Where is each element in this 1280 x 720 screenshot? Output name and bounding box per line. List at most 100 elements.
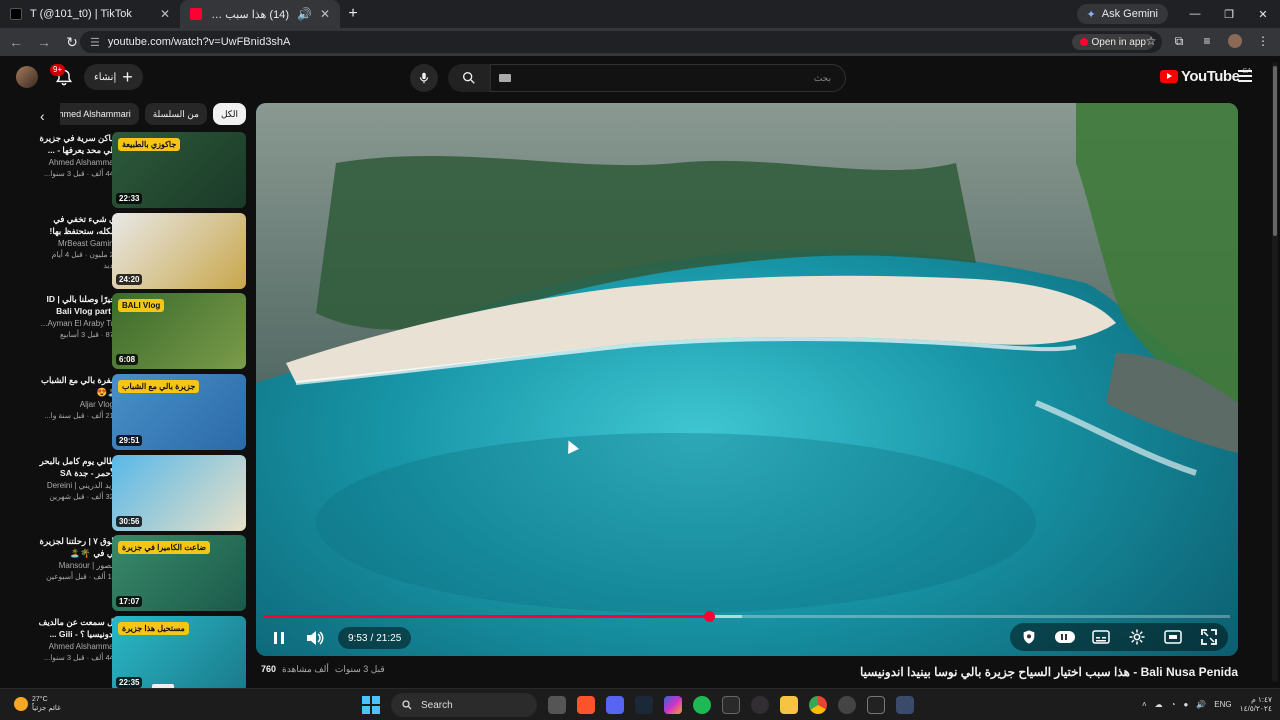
- video-thumbnail[interactable]: 30:56: [112, 455, 246, 531]
- volume-button[interactable]: [302, 625, 328, 651]
- youtube-header: 9+ إنشاء + بحث YouTube SA: [0, 56, 1280, 100]
- video-thumbnail[interactable]: 24:20: [112, 213, 246, 289]
- epic-games-icon[interactable]: [722, 696, 740, 714]
- video-title[interactable]: سفرة بالي مع الشباب 🏝️😍: [30, 374, 118, 398]
- channel-name[interactable]: Ahmed Alshammari: [30, 642, 118, 651]
- spotify-icon[interactable]: [693, 696, 711, 714]
- brave-icon[interactable]: [577, 696, 595, 714]
- search-placeholder: بحث: [813, 72, 831, 83]
- video-thumbnail[interactable]: مستحيل هذا جزيرة 22:35: [112, 616, 246, 692]
- video-title[interactable]: اخيرًا وصلنا بالي ID | Bali Vlog part 1: [30, 293, 119, 317]
- chip-all[interactable]: الكل: [212, 103, 246, 125]
- more-menu-icon[interactable]: ⋮: [1254, 30, 1272, 52]
- search-button[interactable]: [448, 64, 490, 92]
- site-info-icon[interactable]: ☰: [90, 36, 100, 49]
- fullscreen-icon[interactable]: [1196, 624, 1222, 650]
- recommended-video[interactable]: هل سمعت عن مالديف اندونيسيا ؟ - Gili ...…: [20, 616, 246, 692]
- video-thumbnail[interactable]: BALI Vlog 6:08: [112, 293, 246, 369]
- channel-name[interactable]: Aljar Vlogs: [30, 400, 118, 409]
- recommended-video[interactable]: فلوق ٧ | رحلتنا لجزيرة في في 🌴🏝️ منصور | …: [20, 535, 246, 611]
- steam-icon[interactable]: [635, 696, 653, 714]
- progress-bar[interactable]: [264, 611, 1230, 622]
- bookmark-star-icon[interactable]: ☆: [1142, 30, 1160, 52]
- video-thumbnail[interactable]: جزيرة بالي مع الشباب 29:51: [112, 374, 246, 450]
- video-title[interactable]: أي شيء تخفي في شكله، ستحتفظ بها!: [30, 213, 118, 237]
- video-thumbnail[interactable]: جاكوزي بالطبيعة 22:33: [112, 132, 246, 208]
- channel-name[interactable]: MrBeast Gaming: [30, 239, 118, 248]
- search-input[interactable]: بحث: [490, 64, 846, 92]
- onedrive-icon[interactable]: ☁: [1155, 700, 1163, 709]
- volume-tray-icon[interactable]: 🔊: [1196, 700, 1206, 709]
- address-bar[interactable]: ☰ youtube.com/watch?v=UwFBnid3shA Open i…: [80, 31, 1162, 53]
- ide-icon[interactable]: [896, 696, 914, 714]
- chip-from-series[interactable]: من السلسلة: [144, 103, 207, 125]
- settings-gear-icon[interactable]: [1124, 624, 1150, 650]
- adblock-shield-icon[interactable]: [1016, 624, 1042, 650]
- tab-tiktok[interactable]: T (@101_t0) | TikTok ✕: [0, 0, 180, 28]
- task-view-icon[interactable]: [548, 696, 566, 714]
- profile-avatar-icon[interactable]: [1226, 30, 1244, 52]
- extensions-icon[interactable]: ⧉: [1170, 30, 1188, 52]
- reading-list-icon[interactable]: ≡: [1198, 30, 1216, 52]
- ask-gemini-button[interactable]: ✦ Ask Gemini: [1076, 4, 1168, 24]
- channel-name[interactable]: Ahmed Alshammari: [30, 158, 118, 167]
- recommended-video[interactable]: اخيرًا وصلنا بالي ID | Bali Vlog part 1 A…: [20, 293, 246, 369]
- tab-youtube[interactable]: (14) هذا سبب اختيار السياح ... 🔊 ✕: [180, 0, 340, 28]
- language-indicator[interactable]: ENG: [1214, 700, 1231, 709]
- obs-icon[interactable]: [751, 696, 769, 714]
- wolf-app-icon[interactable]: [838, 696, 856, 714]
- keyboard-icon[interactable]: [499, 74, 511, 82]
- voice-search-icon[interactable]: [410, 64, 438, 92]
- close-tab-icon[interactable]: ✕: [160, 7, 170, 21]
- autoplay-toggle[interactable]: [1052, 624, 1078, 650]
- search-icon: [463, 72, 475, 84]
- new-tab-button[interactable]: +: [340, 5, 366, 23]
- back-icon[interactable]: ←: [4, 30, 28, 54]
- video-title[interactable]: اماكن سرية في جزيرة بالي محد يعرفها - ..…: [30, 132, 118, 156]
- hamburger-menu-icon[interactable]: [1238, 70, 1252, 85]
- copilot-icon[interactable]: [664, 696, 682, 714]
- close-window-icon[interactable]: ✕: [1246, 0, 1280, 28]
- taskbar-search[interactable]: Search: [391, 693, 537, 717]
- chip-from-channel[interactable]: من Ahmed Alshammari: [60, 103, 139, 125]
- forward-icon[interactable]: →: [32, 30, 56, 54]
- video-thumbnail[interactable]: ضاعت الكاميرا في جزيرة 17:07: [112, 535, 246, 611]
- weather-sun-icon[interactable]: [14, 697, 28, 711]
- minimize-icon[interactable]: —: [1178, 0, 1212, 28]
- recommended-video[interactable]: سفرة بالي مع الشباب 🏝️😍 Aljar Vlogs 216 أل…: [20, 374, 246, 450]
- theater-mode-icon[interactable]: [1160, 624, 1186, 650]
- mic-tray-icon[interactable]: ●: [1183, 700, 1188, 709]
- channel-name[interactable]: يزيد الدريني | Dereini: [30, 481, 118, 490]
- chevron-left-icon[interactable]: ‹: [40, 108, 45, 124]
- speaker-icon[interactable]: 🔊: [297, 7, 312, 21]
- recommended-video[interactable]: أي شيء تخفي في شكله، ستحتفظ بها! MrBeast …: [20, 213, 246, 289]
- chrome-icon[interactable]: [809, 696, 827, 714]
- network-icon[interactable]: ◔: [1171, 700, 1176, 709]
- channel-name[interactable]: Ayman El Araby Tra...: [30, 319, 118, 328]
- clock[interactable]: ١:٤٧ م ١٤/٥/٢٠٢٤: [1240, 695, 1272, 713]
- right-controls: [1010, 623, 1228, 651]
- restore-icon[interactable]: ❐: [1212, 0, 1246, 28]
- terminal-icon[interactable]: [867, 696, 885, 714]
- weather-widget[interactable]: 27°C غائم جزئياً: [32, 695, 61, 713]
- windows-start-icon[interactable]: [362, 696, 380, 714]
- video-meta: 440 ألف · قبل 3 سنوا...: [43, 169, 118, 178]
- pause-button[interactable]: [266, 625, 292, 651]
- video-player[interactable]: 9:53 / 21:25: [256, 103, 1238, 656]
- subtitles-icon[interactable]: [1088, 624, 1114, 650]
- recommended-video[interactable]: اطالي يوم كامل بالبحر الأحمر - جدة SA يزي…: [20, 455, 246, 531]
- tray-chevron-up-icon[interactable]: ˄: [1142, 700, 1147, 709]
- close-tab-icon[interactable]: ✕: [320, 7, 330, 21]
- video-duration: 6:08: [116, 354, 139, 365]
- discord-icon[interactable]: [606, 696, 624, 714]
- video-title[interactable]: فلوق ٧ | رحلتنا لجزيرة في في 🌴🏝️: [30, 535, 118, 559]
- video-title[interactable]: هل سمعت عن مالديف اندونيسيا ؟ - Gili ...: [30, 616, 118, 640]
- create-button[interactable]: إنشاء +: [84, 64, 143, 90]
- recommended-video[interactable]: اماكن سرية في جزيرة بالي محد يعرفها - ..…: [20, 132, 246, 208]
- video-title[interactable]: اطالي يوم كامل بالبحر الأحمر - جدة SA: [30, 455, 118, 479]
- file-explorer-icon[interactable]: [780, 696, 798, 714]
- account-avatar[interactable]: [16, 66, 38, 88]
- channel-name[interactable]: منصور | Mansour: [30, 561, 118, 570]
- page-scrollbar[interactable]: [1272, 62, 1278, 682]
- volume-icon: [307, 631, 324, 645]
